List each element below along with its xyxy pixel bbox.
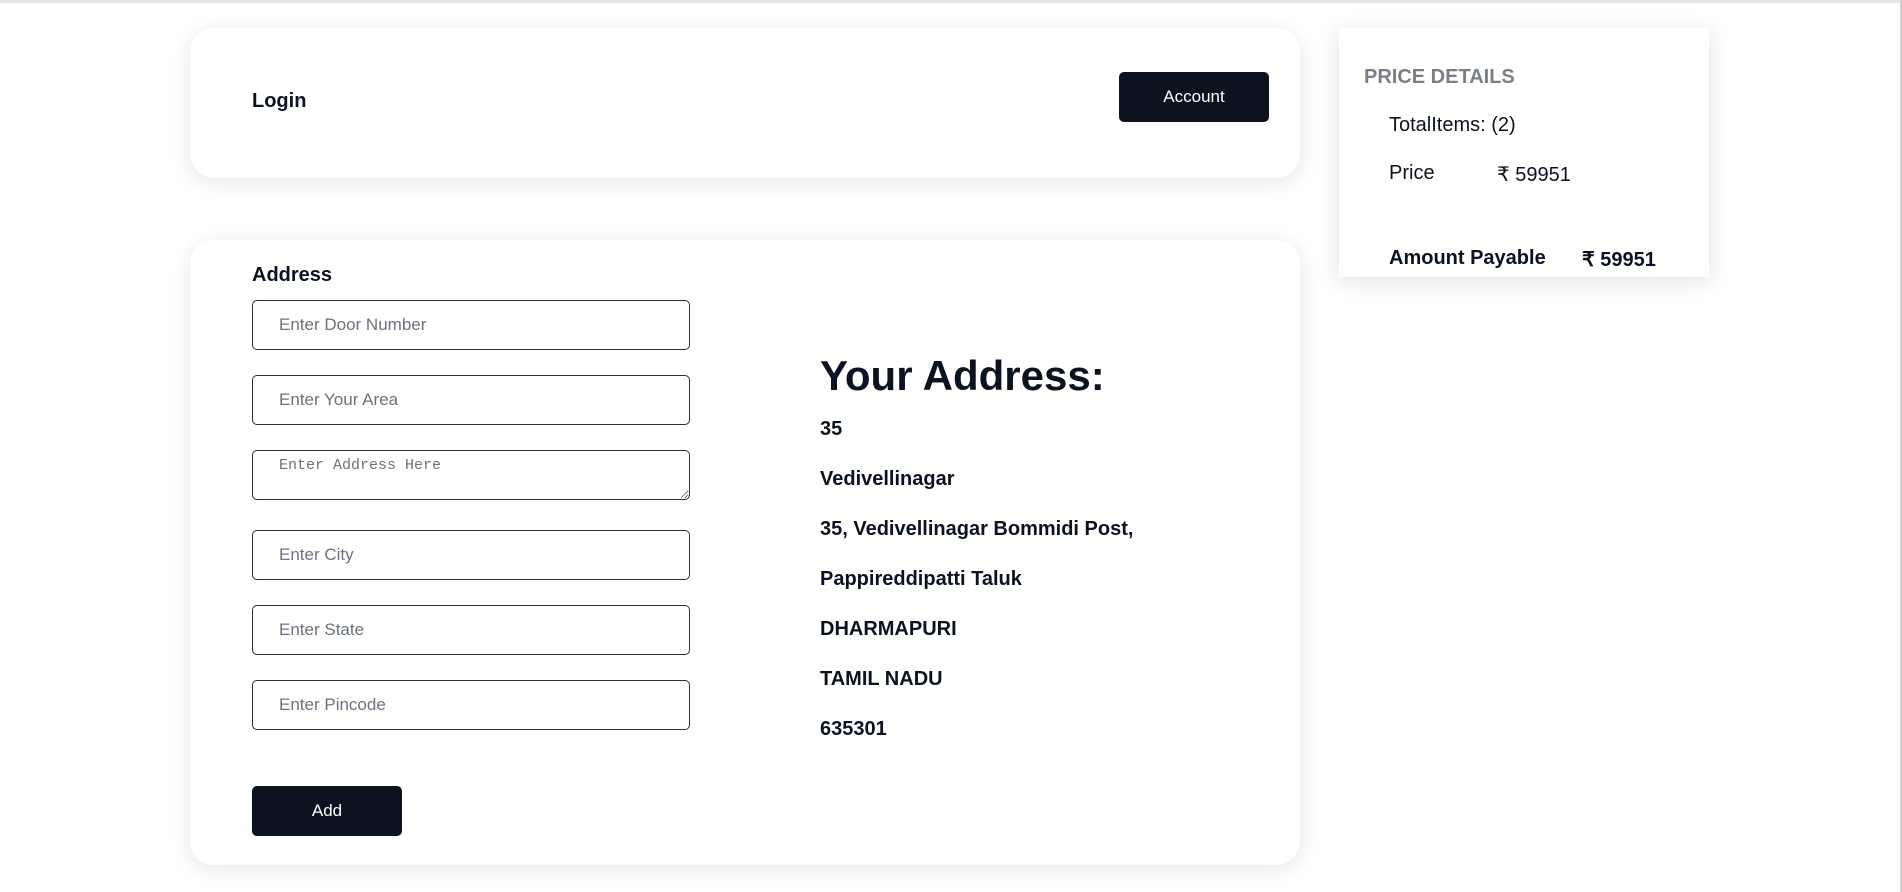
address-line-pincode: 635301 — [820, 718, 887, 740]
account-button[interactable]: Account — [1119, 72, 1269, 122]
address-line-taluk: Pappireddipatti Taluk — [820, 568, 1022, 590]
price-value: ₹ 59951 — [1497, 164, 1571, 186]
address-card: Address Add Your Address: 35 Vedivellina… — [190, 240, 1300, 865]
state-input[interactable] — [252, 605, 690, 655]
top-divider — [0, 0, 1902, 3]
area-input[interactable] — [252, 375, 690, 425]
amount-payable-value: ₹ 59951 — [1582, 249, 1656, 271]
address-line-city: DHARMAPURI — [820, 618, 957, 640]
address-line-area: Vedivellinagar — [820, 468, 955, 490]
price-details-heading: PRICE DETAILS — [1364, 66, 1515, 88]
address-section-label: Address — [252, 264, 333, 286]
your-address-heading: Your Address: — [820, 352, 1105, 399]
total-items-label: TotalItems: (2) — [1389, 114, 1516, 136]
pincode-input[interactable] — [252, 680, 690, 730]
price-details-card: PRICE DETAILS TotalItems: (2) Price ₹ 59… — [1339, 28, 1709, 277]
door-number-input[interactable] — [252, 300, 690, 350]
add-address-button[interactable]: Add — [252, 786, 402, 836]
price-label: Price — [1389, 162, 1435, 184]
address-line-door: 35 — [820, 418, 843, 440]
address-line-street: 35, Vedivellinagar Bommidi Post, — [820, 518, 1134, 540]
amount-payable-label: Amount Payable — [1389, 247, 1546, 269]
login-card: Login Account — [190, 28, 1300, 178]
city-input[interactable] — [252, 530, 690, 580]
address-textarea[interactable] — [252, 450, 690, 500]
address-line-state: TAMIL NADU — [820, 668, 943, 690]
login-title: Login — [252, 90, 307, 112]
